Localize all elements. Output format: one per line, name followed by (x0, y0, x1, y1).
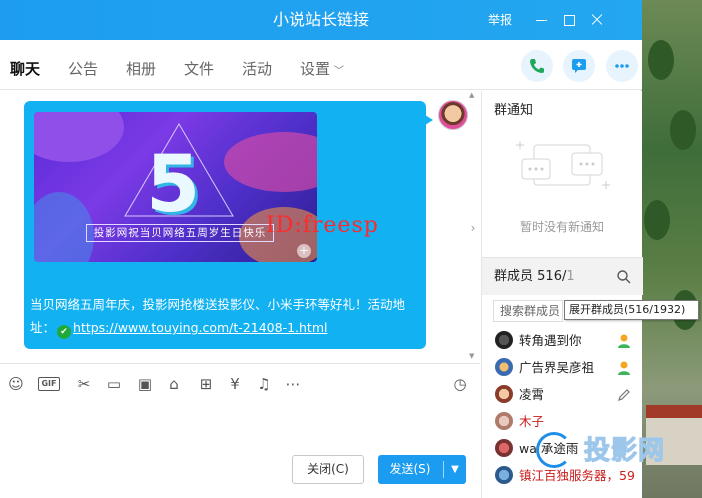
tab-settings-label: 设置 (300, 60, 331, 78)
tab-chat[interactable]: 聊天 (10, 40, 41, 99)
poster-image[interactable]: 5 投影网祝当贝网络五周岁生日快乐 + (34, 112, 317, 262)
report-link[interactable]: 举报 (488, 0, 512, 40)
close-window-button[interactable] (586, 9, 608, 31)
message-link[interactable]: https://www.touying.com/t-21408-1.html (73, 320, 327, 335)
avatar (495, 385, 513, 403)
members-label: 群成员 516/1 (494, 258, 575, 296)
search-icon[interactable] (616, 269, 632, 285)
message-input[interactable]: 关闭(C) 发送(S) ▼ (0, 403, 480, 498)
title-bar[interactable]: 小说站长链接 举报 (0, 0, 642, 40)
poster-number: 5 (146, 140, 201, 230)
avatar (495, 439, 513, 457)
corner-watermark: 投影网 (532, 430, 682, 470)
share-screen-button[interactable] (563, 50, 595, 82)
avatar (495, 412, 513, 430)
send-button[interactable]: 发送(S) ▼ (378, 455, 466, 484)
send-button-label: 发送(S) (389, 462, 431, 476)
edit-pencil-icon[interactable] (616, 387, 632, 403)
group-chat-window: 小说站长链接 举报 聊天 公告 相册 文件 活动 设置 ﹀ ▲ 5 投影网祝当贝… (0, 0, 643, 498)
tree-shape (644, 200, 670, 240)
scroll-up-icon[interactable]: ▲ (469, 91, 474, 99)
more-dots-icon (615, 64, 629, 68)
gift-icon[interactable]: ⊞ (196, 374, 216, 394)
red-packet-icon[interactable]: ¥ (225, 374, 245, 394)
tree-shape (670, 110, 696, 150)
member-name: 广告界吴彦祖 (519, 360, 595, 375)
history-clock-icon[interactable]: ◷ (450, 374, 470, 394)
verified-icon: ✔ (57, 325, 72, 339)
members-title: 群成员 (494, 269, 534, 284)
avatar (495, 466, 513, 484)
members-count: 516/ (537, 269, 567, 284)
admin-user-icon (618, 361, 630, 375)
folder-icon[interactable]: ▭ (104, 374, 124, 394)
decor-blob (34, 112, 124, 162)
message-bubble[interactable]: 5 投影网祝当贝网络五周岁生日快乐 + ID:freesp 当贝网络五周年庆，投… (24, 101, 433, 349)
avatar[interactable] (438, 100, 468, 130)
member-name: 转角遇到你 (519, 333, 582, 348)
empty-notice-illustration (516, 141, 610, 189)
gif-icon[interactable]: GIF (38, 377, 60, 391)
desktop-background (640, 0, 702, 498)
avatar (495, 358, 513, 376)
tab-activity[interactable]: 活动 (242, 40, 272, 98)
logo-ring-icon (536, 432, 572, 468)
chat-message-area[interactable]: ▲ 5 投影网祝当贝网络五周岁生日快乐 + ID:freesp 当贝网络五周年庆… (0, 91, 480, 363)
members-header[interactable]: 群成员 516/1 (482, 257, 643, 295)
chevron-down-icon[interactable]: ▼ (444, 455, 466, 484)
tab-album[interactable]: 相册 (126, 40, 156, 98)
image-icon[interactable]: ▣ (135, 374, 155, 394)
empty-notice-text: 暂时没有新通知 (519, 220, 604, 234)
phone-call-button[interactable] (521, 50, 553, 82)
message-text: 当贝网络五周年庆，投影网抢楼送投影仪、小米手环等好礼！活动地址： ✔ https:/… (30, 293, 422, 339)
more-dots-icon[interactable]: ⋯ (283, 374, 303, 394)
shake-icon[interactable]: ⌂ (164, 374, 184, 394)
member-item[interactable]: 广告界吴彦祖 (482, 355, 643, 381)
maximize-button[interactable] (558, 9, 580, 31)
bubble-tail (425, 115, 433, 125)
members-count-total: 1 (566, 269, 575, 284)
input-toolbar: ☺ GIF ✂ ▭ ▣ ⌂ ⊞ ¥ ♫ ⋯ ◷ (0, 363, 480, 403)
add-message-icon (572, 59, 586, 73)
tab-announcement[interactable]: 公告 (68, 40, 98, 98)
tab-files[interactable]: 文件 (184, 40, 214, 98)
more-options-button[interactable] (606, 50, 638, 82)
notice-title: 群通知 (494, 103, 534, 118)
members-tooltip: 展开群成员(516/1932) (564, 300, 699, 320)
avatar (495, 331, 513, 349)
close-button[interactable]: 关闭(C) (292, 455, 364, 484)
poster-plus-icon: + (297, 244, 311, 258)
emoji-icon[interactable]: ☺ (6, 374, 26, 394)
bell-icon[interactable]: ♫ (254, 374, 274, 394)
phone-icon (530, 59, 544, 73)
scroll-down-icon[interactable]: ▼ (469, 352, 474, 360)
member-item[interactable]: 凌霄 (482, 382, 643, 408)
member-name: 凌霄 (519, 387, 545, 402)
poster-caption: 投影网祝当贝网络五周岁生日快乐 (86, 224, 274, 242)
chevron-right-icon[interactable]: › (466, 213, 480, 243)
admin-user-icon (618, 334, 630, 348)
watermark-text: ID:freesp (266, 213, 379, 238)
decor-blob (34, 192, 94, 262)
minimize-button[interactable] (530, 9, 552, 31)
corner-watermark-text: 投影网 (583, 436, 666, 467)
scissors-icon[interactable]: ✂ (74, 374, 94, 394)
member-search-input[interactable]: 搜索群成员 (493, 300, 563, 322)
member-item[interactable]: 转角遇到你 (482, 328, 643, 354)
tree-shape (648, 40, 674, 80)
